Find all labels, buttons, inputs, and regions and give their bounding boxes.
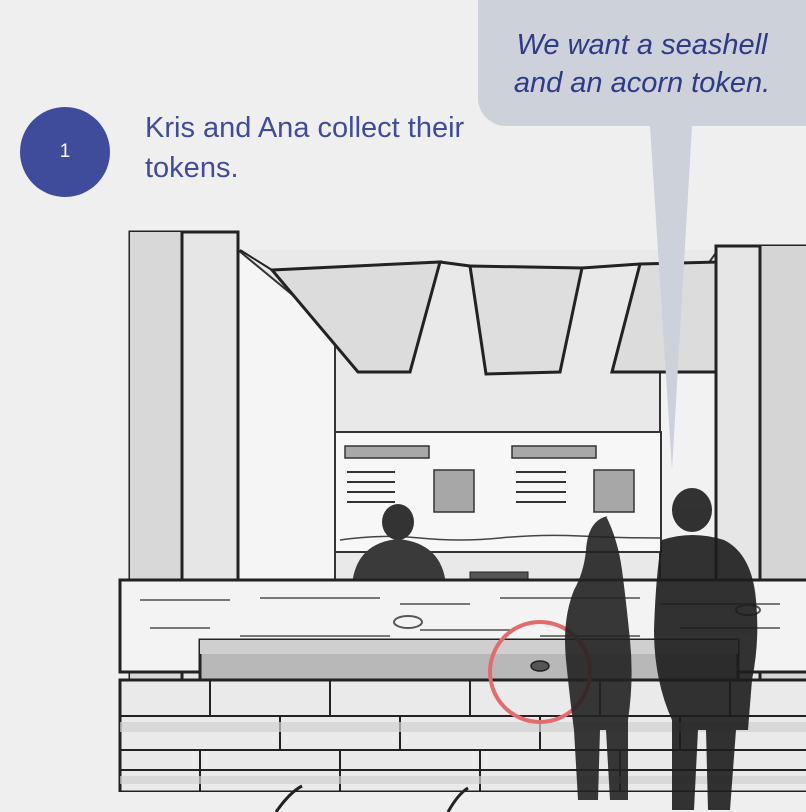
speech-line-1: We want a seashell <box>516 29 768 61</box>
step-caption: Kris and Ana collect their tokens. <box>145 112 465 184</box>
step-number-badge: 1 <box>20 107 110 197</box>
illustration-panel: We want a seashell and an acorn token. 1… <box>0 0 806 812</box>
speech-line-2: and an acorn token. <box>513 67 771 99</box>
step-number: 1 <box>59 141 71 162</box>
speech-bubble-text: We want a seashell and an acorn token. <box>478 26 806 102</box>
